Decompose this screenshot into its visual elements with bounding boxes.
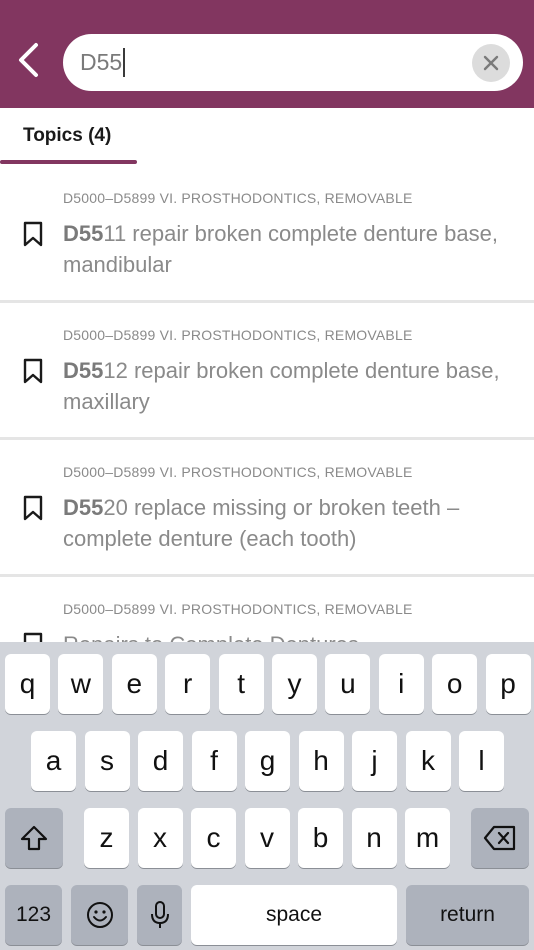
key-d[interactable]: d bbox=[138, 731, 183, 791]
list-item[interactable]: D5000–D5899 VI. PROSTHODONTICS, REMOVABL… bbox=[0, 303, 534, 440]
app-header: D55 bbox=[0, 0, 534, 108]
onscreen-keyboard: 123 space return qwertyuiop asdfghjkl zxcv… bbox=[0, 642, 534, 950]
search-input[interactable]: D55 bbox=[80, 48, 126, 77]
list-item[interactable]: D5000–D5899 VI. PROSTHODONTICS, REMOVABL… bbox=[0, 166, 534, 303]
item-category: D5000–D5899 VI. PROSTHODONTICS, REMOVABL… bbox=[63, 190, 413, 206]
item-category: D5000–D5899 VI. PROSTHODONTICS, REMOVABL… bbox=[63, 327, 413, 343]
list-item[interactable]: D5000–D5899 VI. PROSTHODONTICS, REMOVABL… bbox=[0, 440, 534, 577]
active-tab-indicator bbox=[0, 160, 137, 164]
key-y[interactable]: y bbox=[272, 654, 317, 714]
emoji-key[interactable] bbox=[71, 885, 128, 945]
item-title: D5511 repair broken complete denture bas… bbox=[63, 218, 513, 280]
key-a[interactable]: a bbox=[31, 731, 76, 791]
key-o[interactable]: o bbox=[432, 654, 478, 714]
microphone-key[interactable] bbox=[137, 885, 182, 945]
item-title: D5520 replace missing or broken teeth – … bbox=[63, 492, 513, 554]
key-n[interactable]: n bbox=[351, 808, 397, 868]
tab-bar: Topics (4) bbox=[0, 108, 534, 166]
item-title-rest: 20 replace missing or broken teeth – com… bbox=[63, 495, 460, 551]
backspace-icon bbox=[483, 825, 516, 851]
emoji-icon bbox=[86, 902, 113, 928]
item-category: D5000–D5899 VI. PROSTHODONTICS, REMOVABL… bbox=[63, 601, 413, 617]
key-k[interactable]: k bbox=[405, 731, 451, 791]
bookmark-icon[interactable] bbox=[22, 495, 44, 521]
item-category: D5000–D5899 VI. PROSTHODONTICS, REMOVABL… bbox=[63, 464, 413, 480]
key-i[interactable]: i bbox=[378, 654, 424, 714]
item-title-rest: Repairs to Complete Dentures bbox=[63, 632, 359, 642]
chevron-left-icon bbox=[19, 43, 38, 77]
results-list: D5000–D5899 VI. PROSTHODONTICS, REMOVABL… bbox=[0, 166, 534, 642]
close-icon bbox=[483, 55, 499, 71]
key-m[interactable]: m bbox=[405, 808, 450, 868]
shift-icon bbox=[20, 825, 48, 851]
search-field[interactable]: D55 bbox=[63, 34, 523, 91]
key-g[interactable]: g bbox=[245, 731, 290, 791]
numbers-key[interactable]: 123 bbox=[5, 885, 62, 945]
space-key[interactable]: space bbox=[191, 885, 397, 945]
microphone-icon bbox=[150, 901, 169, 928]
item-title: D5512 repair broken complete denture bas… bbox=[63, 355, 513, 417]
key-t[interactable]: t bbox=[218, 654, 264, 714]
return-key[interactable]: return bbox=[406, 885, 529, 945]
tab-topics-label: Topics (4) bbox=[23, 125, 112, 146]
key-u[interactable]: u bbox=[325, 654, 371, 714]
bookmark-icon[interactable] bbox=[22, 632, 44, 642]
key-e[interactable]: e bbox=[111, 654, 157, 714]
key-z[interactable]: z bbox=[84, 808, 129, 868]
back-button[interactable] bbox=[8, 38, 48, 82]
key-h[interactable]: h bbox=[298, 731, 344, 791]
key-b[interactable]: b bbox=[298, 808, 343, 868]
item-title-rest: 12 repair broken complete denture base, … bbox=[63, 358, 500, 414]
key-j[interactable]: j bbox=[352, 731, 397, 791]
key-q[interactable]: q bbox=[5, 654, 50, 714]
key-w[interactable]: w bbox=[58, 654, 104, 714]
key-l[interactable]: l bbox=[459, 731, 504, 791]
tab-topics[interactable]: Topics (4) bbox=[0, 108, 137, 166]
text-caret bbox=[123, 48, 126, 77]
bookmark-icon[interactable] bbox=[22, 358, 44, 384]
key-p[interactable]: p bbox=[485, 654, 531, 714]
match-highlight: D55 bbox=[63, 221, 104, 246]
key-x[interactable]: x bbox=[137, 808, 183, 868]
clear-search-button[interactable] bbox=[472, 44, 510, 82]
search-input-value: D55 bbox=[80, 49, 123, 75]
match-highlight: D55 bbox=[63, 495, 104, 520]
key-r[interactable]: r bbox=[165, 654, 211, 714]
key-s[interactable]: s bbox=[84, 731, 130, 791]
key-v[interactable]: v bbox=[244, 808, 290, 868]
key-f[interactable]: f bbox=[191, 731, 237, 791]
bookmark-icon[interactable] bbox=[22, 221, 44, 247]
shift-key[interactable] bbox=[5, 808, 63, 868]
item-title-rest: 11 repair broken complete denture base, … bbox=[63, 221, 498, 277]
delete-key[interactable] bbox=[471, 808, 529, 868]
list-item[interactable]: D5000–D5899 VI. PROSTHODONTICS, REMOVABL… bbox=[0, 577, 534, 642]
item-title: Repairs to Complete Dentures bbox=[63, 629, 513, 642]
match-highlight: D55 bbox=[63, 358, 104, 383]
key-c[interactable]: c bbox=[191, 808, 236, 868]
